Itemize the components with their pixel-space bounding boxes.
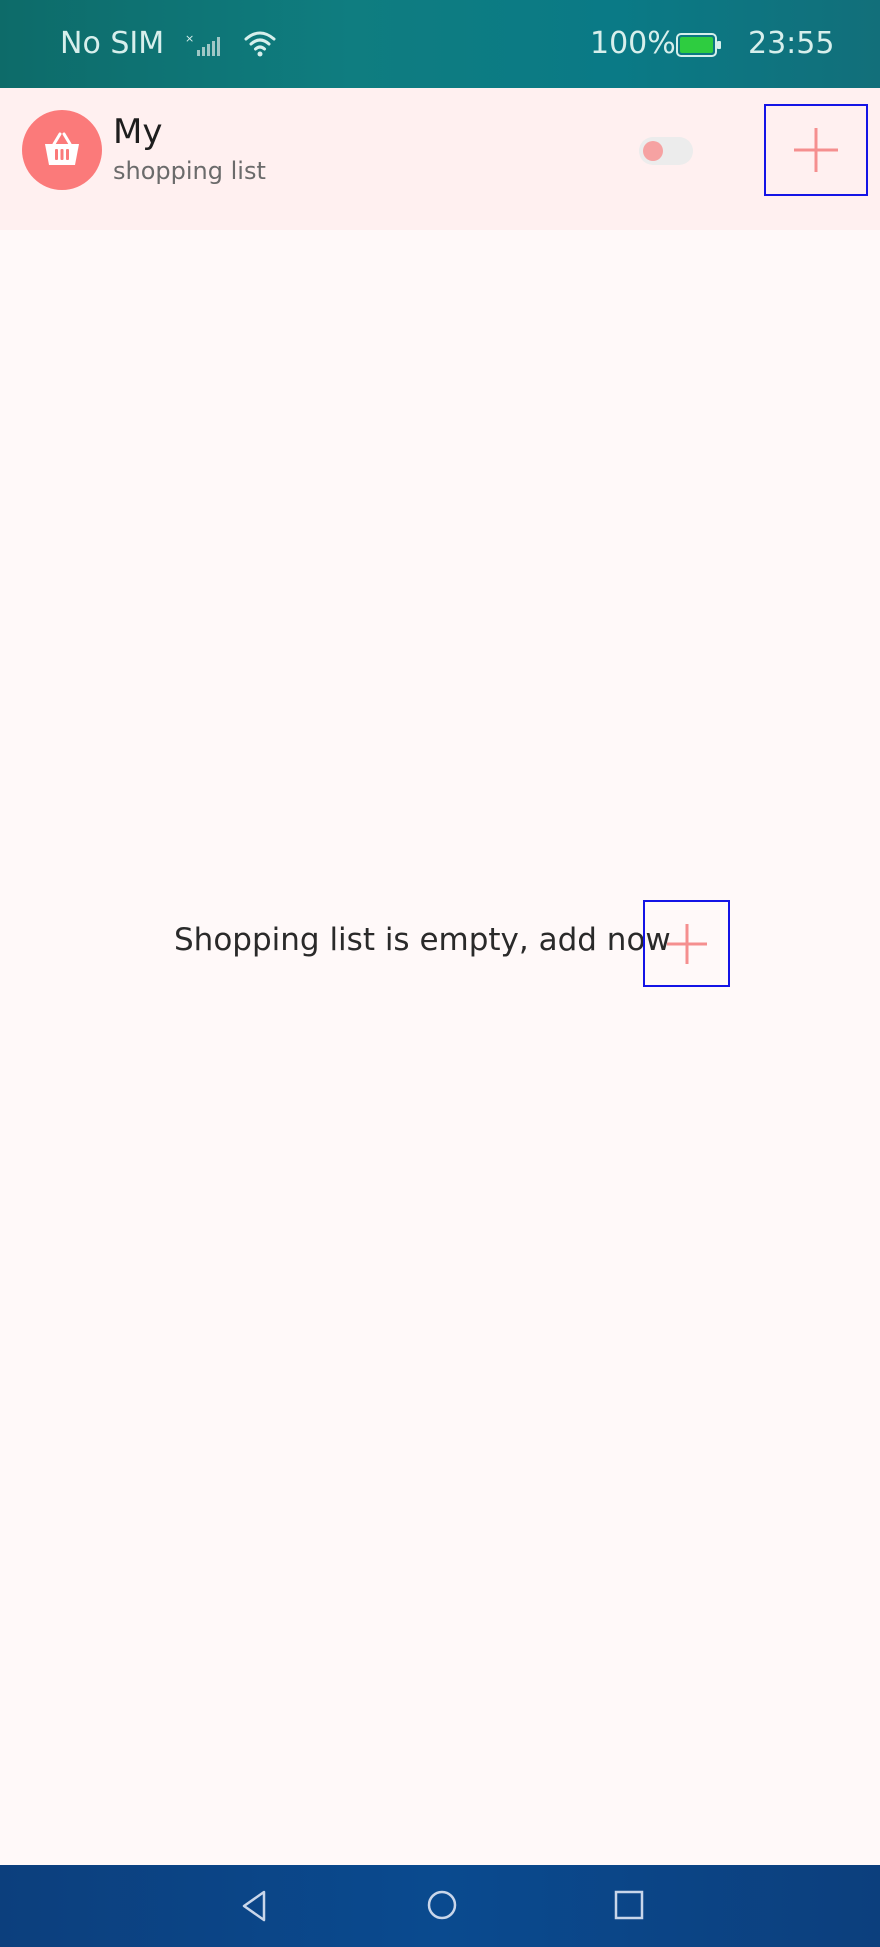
- shopping-basket-icon: [45, 132, 79, 165]
- battery-percent: 100%: [590, 26, 676, 61]
- carrier-label: No SIM: [60, 26, 165, 61]
- wifi-icon: [244, 31, 276, 57]
- plus-icon: [794, 128, 838, 172]
- status-bar: No SIM × 100% 23:55: [0, 0, 880, 88]
- toggle-knob: [643, 141, 663, 161]
- add-now-button[interactable]: [643, 900, 730, 987]
- plus-icon: [666, 923, 707, 964]
- svg-text:×: ×: [185, 32, 194, 45]
- clock: 23:55: [748, 26, 835, 61]
- page-subtitle: shopping list: [113, 157, 266, 185]
- app-header: My shopping list: [0, 88, 880, 230]
- back-icon[interactable]: [238, 1889, 272, 1923]
- add-item-button[interactable]: [764, 104, 868, 196]
- battery-icon: [676, 33, 721, 57]
- app-screen: No SIM × 100% 23:55 My shopping list Sho…: [0, 0, 880, 1947]
- signal-icon: ×: [185, 32, 220, 56]
- empty-message: Shopping list is empty, add now: [174, 922, 671, 958]
- view-toggle[interactable]: [639, 137, 693, 165]
- home-icon[interactable]: [425, 1888, 459, 1922]
- app-logo: [22, 110, 102, 190]
- empty-state: Shopping list is empty, add now: [0, 900, 880, 990]
- system-nav-bar: [0, 1865, 880, 1947]
- page-title: My: [113, 112, 163, 152]
- recent-apps-icon[interactable]: [612, 1888, 646, 1922]
